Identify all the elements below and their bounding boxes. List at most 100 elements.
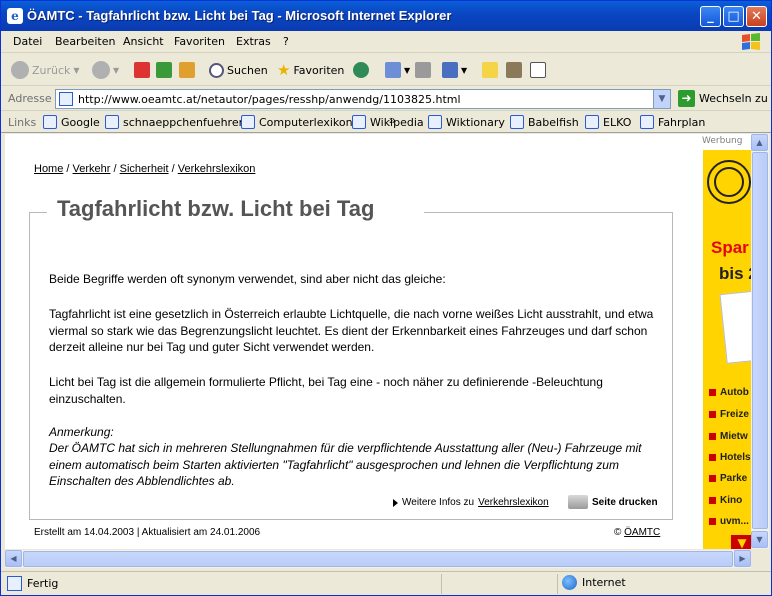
link-computerlexikon[interactable]: Computerlexikon bbox=[241, 115, 353, 129]
copyright-symbol: © bbox=[614, 527, 622, 538]
ad-item: Hotels bbox=[709, 452, 751, 463]
breadcrumb-separator: / bbox=[113, 163, 117, 175]
link-page-icon bbox=[105, 115, 119, 129]
vertical-scrollbar[interactable]: ▲ ▼ bbox=[751, 134, 769, 549]
ad-item: Mietw bbox=[709, 431, 748, 442]
print-page-label: Seite drucken bbox=[592, 496, 658, 508]
star-icon: ★ bbox=[277, 61, 291, 79]
forward-button[interactable]: ▼ bbox=[92, 60, 119, 80]
address-label: Adresse bbox=[8, 92, 52, 105]
menu-help[interactable]: ? bbox=[283, 35, 289, 48]
ad-item-label: Parke bbox=[720, 473, 748, 484]
ad-item-label: Mietw bbox=[720, 431, 748, 442]
media-button[interactable] bbox=[353, 60, 369, 80]
scroll-down-icon[interactable]: ▼ bbox=[751, 531, 768, 548]
search-label: Suchen bbox=[227, 63, 268, 77]
ad-subheadline: bis 2 bbox=[719, 264, 751, 283]
ad-item: Freize bbox=[709, 409, 749, 420]
close-button[interactable]: ✕ bbox=[746, 6, 767, 27]
address-dropdown-icon[interactable]: ▼ bbox=[653, 90, 670, 108]
link-google[interactable]: Google bbox=[43, 115, 100, 129]
status-bar: Fertig Internet bbox=[1, 571, 771, 595]
mail-button[interactable]: ▼ bbox=[385, 60, 410, 80]
advertisement[interactable]: Werbung Spar bis 2 Autob Freize Mietw Ho… bbox=[693, 134, 751, 549]
note-button[interactable] bbox=[482, 60, 498, 80]
link-schnaeppchenfuehrer[interactable]: schnaeppchenfuehrer bbox=[105, 115, 243, 129]
minimize-button[interactable]: _ bbox=[700, 6, 721, 27]
menu-favoriten[interactable]: Favoriten bbox=[174, 35, 225, 48]
security-zone: Internet bbox=[562, 575, 626, 590]
breadcrumb-sicherheit[interactable]: Sicherheit bbox=[120, 163, 169, 175]
print-page-button[interactable]: Seite drucken bbox=[568, 495, 658, 509]
refresh-button[interactable] bbox=[156, 60, 172, 80]
link-page-icon bbox=[352, 115, 366, 129]
messenger-button[interactable] bbox=[530, 60, 546, 80]
scroll-right-icon[interactable]: ▶ bbox=[734, 550, 751, 567]
stop-button[interactable] bbox=[134, 60, 150, 80]
go-arrow-icon: ➜ bbox=[678, 90, 695, 107]
address-url[interactable]: http://www.oeamtc.at/netautor/pages/ress… bbox=[78, 93, 461, 106]
scroll-left-icon[interactable]: ◀ bbox=[5, 550, 22, 567]
forward-dropdown-icon: ▼ bbox=[113, 65, 120, 75]
back-button[interactable]: Zurück ▼ bbox=[11, 60, 80, 80]
go-button[interactable]: ➜ Wechseln zu bbox=[678, 90, 768, 107]
menu-bar: Datei Bearbeiten Ansicht Favoriten Extra… bbox=[1, 31, 771, 53]
horizontal-scrollbar[interactable]: ◀ ▶ bbox=[5, 550, 751, 568]
link-label: Google bbox=[61, 115, 100, 129]
mail-icon bbox=[385, 62, 401, 78]
address-input[interactable]: http://www.oeamtc.at/netautor/pages/ress… bbox=[55, 89, 671, 109]
breadcrumb-separator: / bbox=[66, 163, 70, 175]
edit-button[interactable]: ▼ bbox=[442, 60, 467, 80]
horizontal-scroll-thumb[interactable] bbox=[23, 551, 733, 567]
page-status-icon bbox=[7, 576, 22, 591]
breadcrumb-verkehrslexikon[interactable]: Verkehrslexikon bbox=[178, 163, 256, 175]
ad-label: Werbung bbox=[702, 136, 743, 146]
menu-extras[interactable]: Extras bbox=[236, 35, 271, 48]
more-info-prefix: Weitere Infos zu bbox=[402, 497, 475, 508]
globe-icon bbox=[562, 575, 577, 590]
back-arrow-icon bbox=[11, 61, 29, 79]
ad-item-label: uvm... bbox=[720, 516, 749, 527]
ad-item-label: Kino bbox=[720, 495, 743, 506]
menu-ansicht[interactable]: Ansicht bbox=[123, 35, 164, 48]
ad-item-label: Autob bbox=[720, 387, 749, 398]
vertical-scroll-thumb[interactable] bbox=[752, 152, 768, 529]
scroll-up-icon[interactable]: ▲ bbox=[751, 134, 768, 151]
ad-banner[interactable]: Spar bis 2 Autob Freize Mietw Hotels Par… bbox=[703, 150, 751, 549]
title-bar[interactable]: e ÖAMTC - Tagfahrlicht bzw. Licht bei Ta… bbox=[1, 1, 771, 31]
printer-icon bbox=[568, 495, 588, 509]
paragraph-licht-bei-tag: Licht bei Tag ist die allgemein formulie… bbox=[49, 375, 603, 406]
paragraph-intro: Beide Begriffe werden oft synonym verwen… bbox=[49, 272, 446, 286]
copyright-link[interactable]: ÖAMTC bbox=[624, 527, 660, 538]
maximize-button[interactable]: □ bbox=[723, 6, 744, 27]
ie-icon: e bbox=[7, 8, 23, 24]
breadcrumb: Home / Verkehr / Sicherheit / Verkehrsle… bbox=[34, 163, 255, 175]
more-info-link[interactable]: Verkehrslexikon bbox=[478, 497, 549, 508]
stop-icon bbox=[134, 62, 150, 78]
status-divider bbox=[441, 574, 442, 594]
favorites-button[interactable]: ★ Favoriten bbox=[277, 60, 344, 80]
research-button[interactable] bbox=[506, 60, 522, 80]
ad-item: Kino bbox=[709, 495, 742, 506]
media-icon bbox=[353, 62, 369, 78]
links-more-icon[interactable]: » bbox=[389, 113, 765, 127]
page-icon bbox=[59, 92, 73, 106]
status-text: Fertig bbox=[27, 577, 59, 590]
print-toolbar-button[interactable] bbox=[415, 60, 431, 80]
links-label: Links bbox=[8, 116, 37, 129]
link-label: schnaeppchenfuehrer bbox=[123, 115, 244, 129]
home-button[interactable] bbox=[179, 60, 195, 80]
forward-arrow-icon bbox=[92, 61, 110, 79]
ad-card-image bbox=[719, 290, 751, 364]
go-label: Wechseln zu bbox=[699, 92, 768, 105]
mail-dropdown-icon: ▼ bbox=[404, 65, 411, 75]
menu-datei[interactable]: Datei bbox=[13, 35, 42, 48]
standard-toolbar: Zurück ▼ ▼ Suchen ★ Favoriten ▼ ▼ bbox=[1, 54, 771, 86]
menu-bearbeiten[interactable]: Bearbeiten bbox=[55, 35, 115, 48]
ad-item: Parke bbox=[709, 473, 747, 484]
favorites-label: Favoriten bbox=[293, 63, 345, 77]
breadcrumb-verkehr[interactable]: Verkehr bbox=[73, 163, 111, 175]
breadcrumb-home[interactable]: Home bbox=[34, 163, 63, 175]
search-button[interactable]: Suchen bbox=[209, 60, 268, 80]
browser-window: e ÖAMTC - Tagfahrlicht bzw. Licht bei Ta… bbox=[0, 0, 772, 596]
